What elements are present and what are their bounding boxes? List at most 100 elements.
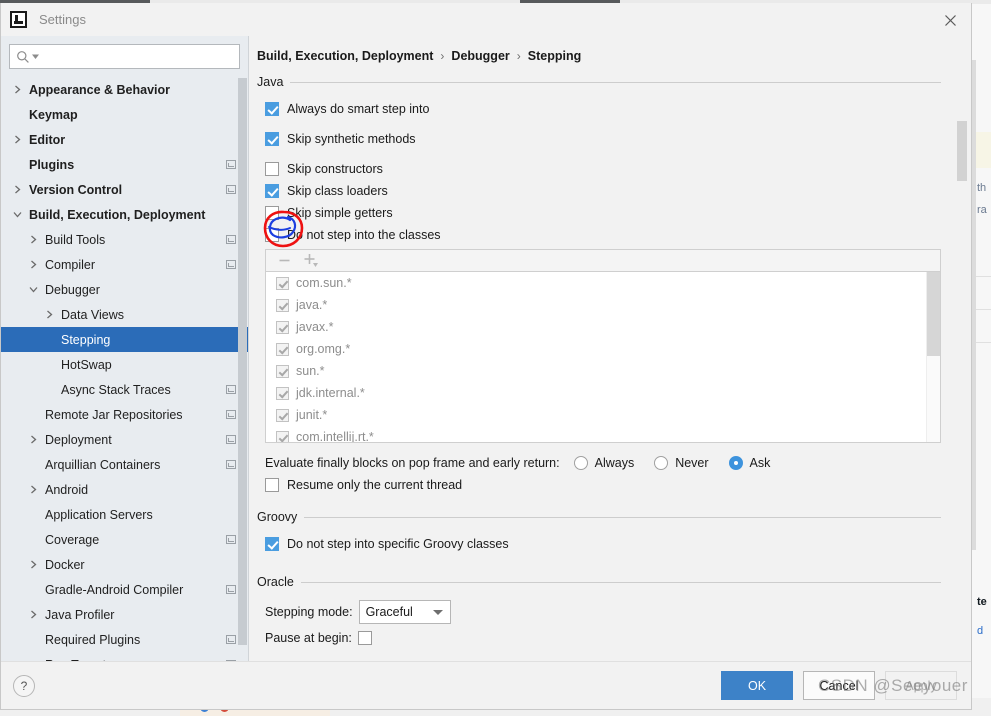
sidebar-item-plugins[interactable]: Plugins [1, 152, 248, 177]
skip-class-loaders-checkbox[interactable] [265, 184, 279, 198]
pause-at-begin-row: Pause at begin: [257, 625, 941, 651]
chevron-right-icon[interactable] [25, 610, 41, 619]
ok-button[interactable]: OK [721, 671, 793, 700]
do-not-step-into-the-classes-checkbox[interactable] [265, 228, 279, 242]
plugin-badge-icon [226, 460, 236, 469]
class-pattern-checkbox[interactable] [276, 430, 289, 442]
sidebar-item-application-servers[interactable]: Application Servers [1, 502, 248, 527]
radio-always-button[interactable] [573, 456, 588, 470]
list-item[interactable]: sun.* [266, 360, 940, 382]
finally-radio-never[interactable]: Never [654, 456, 709, 470]
sidebar-item-arquillian-containers[interactable]: Arquillian Containers [1, 452, 248, 477]
skip-simple-getters-checkbox[interactable] [265, 206, 279, 220]
class-pattern-checkbox[interactable] [276, 386, 289, 400]
sidebar-item-stepping[interactable]: Stepping [1, 327, 248, 352]
sidebar-item-editor[interactable]: Editor [1, 127, 248, 152]
list-item[interactable]: com.sun.* [266, 272, 940, 294]
chevron-right-icon[interactable] [25, 485, 41, 494]
sidebar-scrollbar-thumb[interactable] [238, 78, 247, 645]
groovy-do-not-step-into-row[interactable]: Do not step into specific Groovy classes [257, 533, 941, 555]
plugin-badge-icon [226, 585, 236, 594]
do-not-step-into-the-classes-row[interactable]: Do not step into the classes [257, 224, 941, 246]
sidebar-item-compiler[interactable]: Compiler [1, 252, 248, 277]
sidebar-item-label: Required Plugins [45, 632, 141, 647]
chevron-right-icon[interactable] [25, 560, 41, 569]
resume-only-current-thread-row[interactable]: Resume only the current thread [257, 474, 941, 496]
chevron-right-icon[interactable] [25, 260, 41, 269]
class-pattern-checkbox[interactable] [276, 364, 289, 378]
chevron-down-icon[interactable] [25, 285, 41, 294]
sidebar-item-hotswap[interactable]: HotSwap [1, 352, 248, 377]
sidebar-item-run-targets[interactable]: Run Targets [1, 652, 248, 661]
content-scrollbar[interactable] [957, 73, 967, 655]
chevron-right-icon[interactable] [9, 185, 25, 194]
help-button[interactable]: ? [13, 674, 35, 697]
settings-dialog: Settings Appearance & Behavior Keymap Ed… [0, 3, 972, 710]
class-pattern-checkbox[interactable] [276, 408, 289, 422]
java-group-title: Java [257, 75, 284, 89]
always-do-smart-step-into-checkbox[interactable] [265, 102, 279, 116]
chevron-right-icon[interactable] [41, 310, 57, 319]
search-input[interactable] [43, 49, 233, 64]
close-icon[interactable] [939, 10, 961, 30]
class-list-scrollbar[interactable] [926, 272, 940, 442]
sidebar-item-docker[interactable]: Docker [1, 552, 248, 577]
radio-ask-label: Ask [749, 456, 771, 470]
chevron-right-icon[interactable] [9, 135, 25, 144]
finally-radio-ask[interactable]: Ask [728, 456, 771, 470]
chevron-right-icon[interactable] [25, 435, 41, 444]
sidebar-scrollbar[interactable] [238, 78, 247, 651]
skip-synthetic-methods-row[interactable]: Skip synthetic methods [257, 128, 941, 150]
chevron-right-icon[interactable] [25, 235, 41, 244]
finally-radio-always[interactable]: Always [573, 456, 634, 470]
chevron-down-icon[interactable] [9, 210, 25, 219]
sidebar-item-android[interactable]: Android [1, 477, 248, 502]
skip-class-loaders-row[interactable]: Skip class loaders [257, 180, 941, 202]
sidebar-item-java-profiler[interactable]: Java Profiler [1, 602, 248, 627]
radio-never-button[interactable] [654, 456, 669, 470]
sidebar-item-build-execution-deployment[interactable]: Build, Execution, Deployment [1, 202, 248, 227]
content-scrollbar-thumb[interactable] [957, 121, 967, 181]
class-pattern-checkbox[interactable] [276, 320, 289, 334]
search-box[interactable] [9, 44, 240, 69]
sidebar-item-deployment[interactable]: Deployment [1, 427, 248, 452]
sidebar-item-version-control[interactable]: Version Control [1, 177, 248, 202]
sidebar-item-required-plugins[interactable]: Required Plugins [1, 627, 248, 652]
groovy-do-not-step-into-checkbox[interactable] [265, 537, 279, 551]
class-list-scrollbar-thumb[interactable] [927, 272, 940, 356]
minus-icon[interactable] [278, 254, 291, 267]
skip-synthetic-methods-checkbox[interactable] [265, 132, 279, 146]
skip-constructors-row[interactable]: Skip constructors [257, 158, 941, 180]
list-item[interactable]: javax.* [266, 316, 940, 338]
list-item[interactable]: junit.* [266, 404, 940, 426]
radio-ask-button[interactable] [728, 456, 743, 470]
list-item[interactable]: com.intellij.rt.* [266, 426, 940, 442]
settings-sidebar: Appearance & Behavior Keymap Editor Plugins… [1, 36, 249, 661]
always-do-smart-step-into-row[interactable]: Always do smart step into [257, 98, 941, 120]
plus-dropdown-icon[interactable] [303, 253, 319, 268]
plugin-badge-icon [226, 160, 236, 169]
sidebar-item-coverage[interactable]: Coverage [1, 527, 248, 552]
resume-only-current-thread-checkbox[interactable] [265, 478, 279, 492]
do-not-step-into-class-list[interactable]: com.sun.* java.* javax.* org.omg.* sun.* jdk.… [265, 271, 941, 443]
sidebar-item-appearance-behavior[interactable]: Appearance & Behavior [1, 77, 248, 102]
stepping-mode-select[interactable]: Graceful [358, 600, 451, 624]
sidebar-item-gradle-android-compiler[interactable]: Gradle-Android Compiler [1, 577, 248, 602]
pause-at-begin-checkbox[interactable] [357, 631, 372, 645]
skip-constructors-checkbox[interactable] [265, 162, 279, 176]
sidebar-item-async-stack-traces[interactable]: Async Stack Traces [1, 377, 248, 402]
sidebar-item-debugger[interactable]: Debugger [1, 277, 248, 302]
list-item[interactable]: org.omg.* [266, 338, 940, 360]
class-pattern-checkbox[interactable] [276, 342, 289, 356]
sidebar-item-label: Async Stack Traces [61, 382, 171, 397]
sidebar-item-remote-jar-repositories[interactable]: Remote Jar Repositories [1, 402, 248, 427]
sidebar-item-keymap[interactable]: Keymap [1, 102, 248, 127]
class-pattern-checkbox[interactable] [276, 276, 289, 290]
sidebar-item-build-tools[interactable]: Build Tools [1, 227, 248, 252]
class-pattern-checkbox[interactable] [276, 298, 289, 312]
list-item[interactable]: java.* [266, 294, 940, 316]
skip-simple-getters-row[interactable]: Skip simple getters [257, 202, 941, 224]
list-item[interactable]: jdk.internal.* [266, 382, 940, 404]
sidebar-item-data-views[interactable]: Data Views [1, 302, 248, 327]
chevron-right-icon[interactable] [9, 85, 25, 94]
